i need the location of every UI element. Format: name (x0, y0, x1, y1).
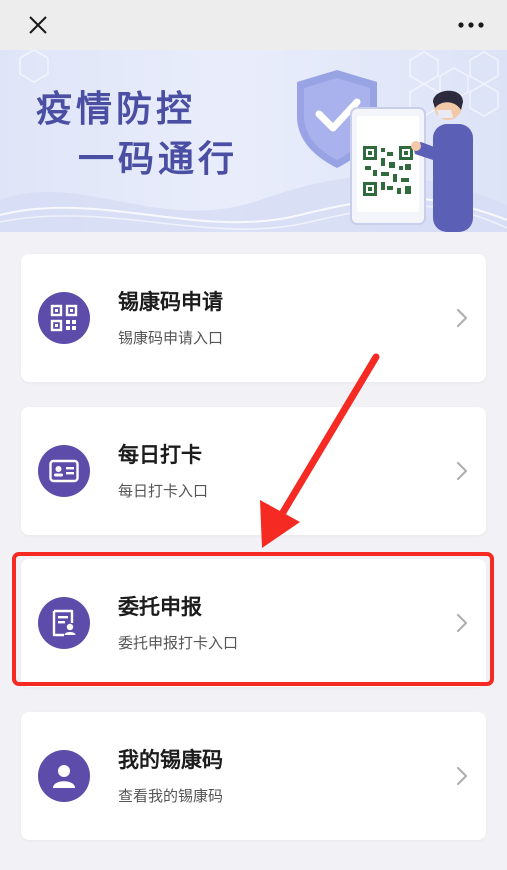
card-title: 委托申报 (118, 595, 202, 619)
qr-code-icon (38, 292, 90, 344)
card-title: 我的锡康码 (118, 748, 223, 772)
chevron-right-icon (456, 461, 468, 481)
menu-card-daily-checkin[interactable]: 每日打卡 每日打卡入口 (21, 407, 486, 535)
proxy-report-icon (38, 597, 90, 649)
banner-title-line1: 疫情防控 (36, 89, 197, 130)
close-button[interactable] (22, 9, 54, 41)
menu-card-my-xikang-code[interactable]: 我的锡康码 查看我的锡康码 (21, 712, 486, 840)
card-subtitle: 锡康码申请入口 (118, 329, 224, 347)
banner: 疫情防控 一码通行 (0, 50, 507, 232)
more-dots-icon (458, 22, 484, 28)
more-button[interactable] (451, 9, 491, 41)
banner-illustration (297, 70, 473, 232)
card-subtitle: 查看我的锡康码 (118, 787, 224, 805)
menu-card-xikang-apply[interactable]: 锡康码申请 锡康码申请入口 (21, 254, 486, 382)
top-bar (0, 0, 507, 50)
id-card-icon (38, 445, 90, 497)
card-title: 每日打卡 (118, 443, 202, 467)
menu-card-proxy-report[interactable]: 委托申报 委托申报打卡入口 (21, 559, 486, 687)
close-icon (29, 16, 47, 34)
card-subtitle: 每日打卡入口 (118, 482, 209, 500)
chevron-right-icon (456, 613, 468, 633)
banner-title-line2: 一码通行 (78, 139, 239, 180)
card-title: 锡康码申请 (118, 290, 223, 314)
chevron-right-icon (456, 308, 468, 328)
user-icon (38, 750, 90, 802)
card-subtitle: 委托申报打卡入口 (118, 634, 239, 652)
phone-qr-icon (350, 107, 426, 225)
chevron-right-icon (456, 766, 468, 786)
